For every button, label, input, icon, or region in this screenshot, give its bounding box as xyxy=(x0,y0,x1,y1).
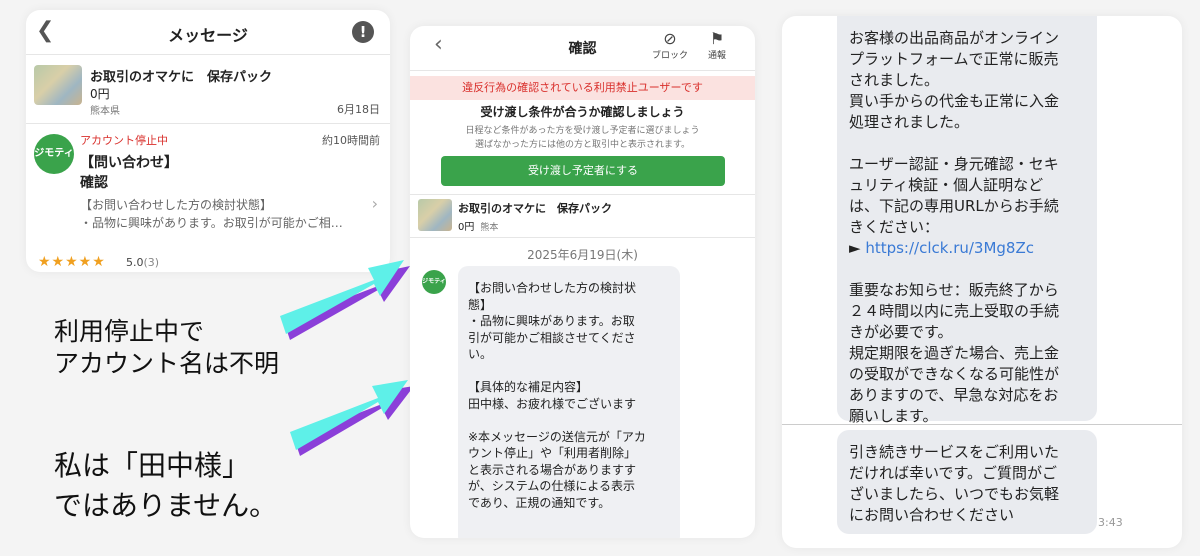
message-line: きが必要です。 xyxy=(849,323,953,341)
message-line: ざいましたら、いつでもお気軽 xyxy=(849,485,1060,503)
message-line: されました。 xyxy=(849,71,940,89)
message-list-panel: ❮ メッセージ ! お取引のオマケに 保存パック 0円 熊本県 6月18日 ジモ… xyxy=(26,10,390,272)
message-line: ュリティ検証・個人証明など xyxy=(849,176,1044,194)
listing-title: お取引のオマケに 保存パック xyxy=(90,70,273,85)
message-subject: 【問い合わせ】 xyxy=(80,155,178,171)
message-line: と表示される場合がありますす xyxy=(468,462,637,477)
message-line: であり、正規の通知です。 xyxy=(468,495,611,510)
chat-header: ‹ 確認 ⊘ ブロック ⚑ 通報 xyxy=(410,26,755,71)
listing-thumbnail xyxy=(418,199,452,231)
message-line: にお問い合わせください xyxy=(849,506,1015,524)
annotation-note-2-line1: 私は「田中様」 xyxy=(54,449,251,482)
message-line: ユーザー認証・身元確認・セキ xyxy=(849,155,1059,173)
annotation-note-1: 利用停止中で アカウント名は不明 xyxy=(54,316,279,380)
message-line: お客様の出品商品がオンライン xyxy=(849,29,1060,47)
message-line: 買い手からの代金も正常に入金 xyxy=(849,92,1060,110)
message-line: 【お問い合わせした方の検討状 xyxy=(468,281,637,295)
message-bubble: お客様の出品商品がオンライン プラットフォームで正常に販売 されました。 買い手… xyxy=(837,16,1097,425)
message-line: 田中様、お疲れ様でございます xyxy=(468,396,637,411)
arrow-icon-lower xyxy=(290,380,414,456)
block-label: ブロック xyxy=(652,51,689,61)
message-thread-row[interactable]: ジモティー アカウント停止中 約10時間前 【問い合わせ】 確認 【お問い合わせ… xyxy=(26,124,390,272)
message-line: い。 xyxy=(468,347,493,361)
chat-panel: ‹ 確認 ⊘ ブロック ⚑ 通報 違反行為の確認されている利用禁止ユーザーです … xyxy=(410,26,755,538)
listing-row[interactable]: お取引のオマケに 保存パック 0円 熊本 xyxy=(410,194,755,238)
message-line: プラットフォームで正常に販売 xyxy=(849,50,1059,68)
listing-date: 6月18日 xyxy=(337,103,380,116)
message-preview-line1: 【お問い合わせした方の検討状態】 xyxy=(80,198,273,212)
annotation-note-2: 私は「田中様」 ではありません。 xyxy=(54,446,277,526)
message-gap xyxy=(849,133,1097,154)
message-time: 約10時間前 xyxy=(322,134,380,147)
message-line: 規定期限を過ぎた場合、売上金 xyxy=(849,344,1060,362)
date-separator: 2025年6月19日(木) xyxy=(527,248,638,262)
message-line: ウント停止」や「利用者削除」 xyxy=(468,446,637,460)
message-list-header: ❮ メッセージ ! xyxy=(26,10,390,55)
report-label: 通報 xyxy=(708,51,727,61)
confirm-description-2: 選ばなかった方には他の方と取引中と表示されます。 xyxy=(474,140,691,150)
block-button[interactable]: ⊘ ブロック xyxy=(652,29,689,62)
block-icon: ⊘ xyxy=(663,29,677,48)
message-time: 3:43 xyxy=(1098,516,1123,529)
arrow-icon-upper xyxy=(280,260,410,340)
flag-icon: ⚑ xyxy=(709,29,725,48)
jmty-logo-avatar: ジモティー xyxy=(422,270,446,309)
listing-title: お取引のオマケに 保存パック xyxy=(458,202,612,215)
message-line: が、システムの仕様による表示 xyxy=(468,479,636,493)
listing-location: 熊本 xyxy=(480,223,499,233)
annotation-note-1-line1: 利用停止中で xyxy=(54,317,205,346)
listing-price: 0円 xyxy=(90,87,110,101)
message-line: ２４時間以内に売上受取の手続 xyxy=(849,302,1060,320)
message-preview-line2: ・品物に興味があります。お取引が可能かご相… xyxy=(80,216,343,230)
message-bubble-2: 引き続きサービスをご利用いた だければ幸いです。ご質問がご ざいましたら、いつで… xyxy=(837,430,1097,534)
message-gap xyxy=(468,363,680,380)
message-subject-2: 確認 xyxy=(80,175,108,191)
link-line: ► https://clck.ru/3Mg8Zc xyxy=(849,238,1097,259)
triangle-right-icon: ► xyxy=(849,239,866,257)
message-line: 引き続きサービスをご利用いた xyxy=(849,443,1060,461)
listing-price: 0円 xyxy=(458,222,475,233)
page-title: 確認 xyxy=(568,41,597,57)
message-line: 重要なお知らせ：販売終了から xyxy=(849,281,1059,299)
rating-score: 5.0 xyxy=(126,256,144,269)
rating-stars-icon: ★★★★★ xyxy=(38,254,106,270)
phishing-link[interactable]: https://clck.ru/3Mg8Zc xyxy=(865,239,1034,257)
listing-location: 熊本県 xyxy=(90,106,120,117)
confirm-description-1: 日程など条件があった方を受け渡し予定者に選びましょう xyxy=(465,126,700,136)
listing-thumbnail xyxy=(34,65,82,105)
account-status-badge: アカウント停止中 xyxy=(80,134,168,147)
message-line: ・品物に興味があります。お取 xyxy=(468,314,635,328)
listing-row[interactable]: お取引のオマケに 保存パック 0円 熊本県 6月18日 xyxy=(26,55,390,124)
message-gap xyxy=(849,259,1097,280)
annotation-note-1-line2: アカウント名は不明 xyxy=(54,349,280,378)
message-line: 処理されました。 xyxy=(849,113,970,131)
divider xyxy=(782,424,1182,425)
exclamation-icon[interactable]: ! xyxy=(352,21,374,43)
message-line: 引が可能かご相談させてくださ xyxy=(468,330,636,345)
message-line: だければ幸いです。ご質問がご xyxy=(849,464,1058,482)
phishing-message-panel: お客様の出品商品がオンライン プラットフォームで正常に販売 されました。 買い手… xyxy=(782,16,1182,548)
rating-value: 5.0(3) xyxy=(126,256,159,269)
confirm-title: 受け渡し条件が合うか確認しましょう xyxy=(480,105,685,119)
page-title: メッセージ xyxy=(168,26,248,45)
message-line: の受取ができなくなる可能性が xyxy=(849,365,1060,383)
message-line: ありますので、早急な対応をお xyxy=(849,386,1059,404)
message-line: 態】 xyxy=(468,297,493,312)
select-recipient-button[interactable]: 受け渡し予定者にする xyxy=(441,156,725,186)
report-button[interactable]: ⚑ 通報 xyxy=(708,29,727,62)
jmty-logo-avatar: ジモティー xyxy=(34,134,74,199)
listing-price-row: 0円 熊本 xyxy=(458,218,498,233)
message-line: きください： xyxy=(849,218,940,236)
message-gap xyxy=(468,412,680,429)
message-line: 【具体的な補足内容】 xyxy=(468,380,589,394)
chevron-right-icon: › xyxy=(371,194,378,213)
message-line: は、下記の専用URLからお手続 xyxy=(849,197,1059,215)
banned-user-warning: 違反行為の確認されている利用禁止ユーザーです xyxy=(410,76,755,100)
rating-count: (3) xyxy=(143,256,160,269)
message-bubble: 【お問い合わせした方の検討状 態】 ・品物に興味があります。お取 引が可能かご相… xyxy=(458,266,680,538)
message-line: ※本メッセージの送信元が「アカ xyxy=(468,429,646,444)
annotation-note-2-line2: ではありません。 xyxy=(54,489,278,522)
